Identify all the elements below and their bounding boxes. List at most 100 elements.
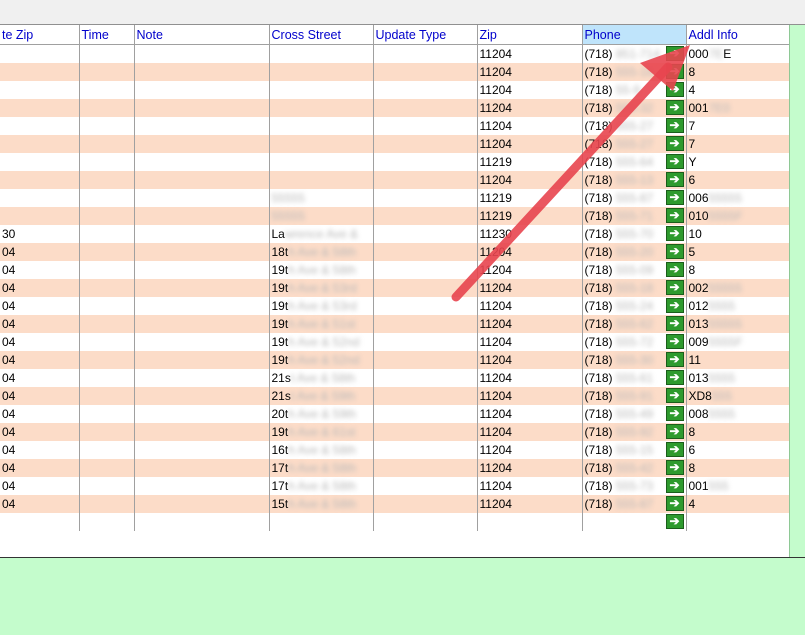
column-header-time[interactable]: Time	[79, 25, 135, 45]
phone-area-code: (718)	[584, 263, 613, 277]
go-arrow-button[interactable]: ➔	[665, 262, 684, 277]
cell-note	[134, 243, 270, 261]
column-header-update-type[interactable]: Update Type	[373, 25, 478, 45]
go-arrow-button[interactable]: ➔	[665, 334, 684, 349]
go-arrow-button[interactable]: ➔	[665, 352, 684, 367]
cell-cross-street	[269, 44, 374, 63]
column-header-phone[interactable]: Phone	[582, 25, 687, 45]
table-row[interactable]: 11204 (718) 555-27 ➔ 7	[0, 135, 789, 153]
go-arrow-button[interactable]: ➔	[665, 226, 684, 241]
table-row[interactable]: ➔	[0, 513, 789, 531]
go-arrow-button[interactable]: ➔	[665, 460, 684, 475]
cell-zip: 11219	[477, 189, 583, 207]
table-row[interactable]: 11204 (718) 851-714 ➔ 0007EE	[0, 44, 789, 63]
go-arrow-button[interactable]: ➔	[665, 136, 684, 151]
table-row[interactable]: 04 19th Ave & 53rd 11204 (718) 555-18 ➔ 00255…	[0, 279, 789, 297]
go-arrow-button[interactable]: ➔	[665, 388, 684, 403]
go-arrow-button[interactable]: ➔	[665, 118, 684, 133]
table-row[interactable]: 11204 (718) 555-18 ➔ 8	[0, 63, 789, 81]
cross-street-redacted: t Ave & 58th	[290, 371, 356, 385]
column-header-cross-street[interactable]: Cross Street	[269, 25, 374, 45]
addl-info-redacted: 555	[711, 389, 732, 403]
cell-addl-info: 001555	[686, 477, 789, 495]
cell-addl-info: 0095555F	[686, 333, 789, 351]
table-row[interactable]: 04 20th Ave & 59th 11204 (718) 555-49 ➔ 00855…	[0, 405, 789, 423]
table-row[interactable]: 04 21st Ave & 59th 11204 (718) 555-91 ➔ XD855…	[0, 387, 789, 405]
cell-cross-street: 21st Ave & 59th	[269, 387, 374, 405]
table-row[interactable]: 11204 (718) 55-9 ➔ 4	[0, 81, 789, 99]
cell-zip: 11204	[477, 279, 583, 297]
table-row[interactable]: 11219 (718) 555-64 ➔ Y	[0, 153, 789, 171]
phone-redacted: 555-20	[615, 245, 654, 259]
table-row[interactable]: 04 17th Ave & 58th 11204 (718) 555-42 ➔ 8	[0, 459, 789, 477]
go-arrow-button[interactable]: ➔	[665, 280, 684, 295]
go-arrow-button[interactable]: ➔	[665, 370, 684, 385]
table-row[interactable]: 04 19th Ave & 52nd 11204 (718) 555-72 ➔ 00955…	[0, 333, 789, 351]
go-arrow-button[interactable]: ➔	[665, 316, 684, 331]
cell-zip: 11204	[477, 459, 583, 477]
table-row[interactable]: 55555 11219 (718) 555-71 ➔ 0105555F	[0, 207, 789, 225]
top-toolbar	[0, 0, 805, 25]
cell-time	[79, 369, 135, 387]
table-row[interactable]: 04 19th Ave & 53rd 11204 (718) 555-24 ➔ 01255…	[0, 297, 789, 315]
cell-phone: (718) 55-9 ➔	[582, 81, 687, 99]
go-arrow-button[interactable]: ➔	[665, 190, 684, 205]
go-arrow-button[interactable]: ➔	[665, 64, 684, 79]
cross-street-text: 19t	[271, 335, 289, 349]
addl-info-text: 010	[688, 209, 709, 223]
table-row[interactable]: 04 17th Ave & 58th 11204 (718) 555-73 ➔ 00155…	[0, 477, 789, 495]
cell-cross-street: 16th Ave & 58th	[269, 441, 374, 459]
addl-info-text: 002	[688, 281, 709, 295]
cross-street-text: 21s	[271, 371, 291, 385]
column-header-zip-partial[interactable]: te Zip	[0, 25, 80, 45]
vertical-scrollbar[interactable]	[789, 25, 805, 557]
go-arrow-button[interactable]: ➔	[665, 514, 684, 529]
table-row[interactable]: 04 18th Ave & 58th 11204 (718) 555-20 ➔ 5	[0, 243, 789, 261]
cell-addl-info: 0085555	[686, 405, 789, 423]
table-row[interactable]: 30 Lawrence Ave & 11230 (718) 555-70 ➔ 10	[0, 225, 789, 243]
cell-addl-info: 0125555	[686, 297, 789, 315]
go-arrow-button[interactable]: ➔	[665, 406, 684, 421]
column-header-addl-info[interactable]: Addl Info	[686, 25, 789, 45]
cell-update-type	[373, 351, 478, 369]
go-arrow-button[interactable]: ➔	[665, 244, 684, 259]
cell-addl-info: 5	[686, 243, 789, 261]
go-arrow-button[interactable]: ➔	[665, 442, 684, 457]
cell-note	[134, 513, 270, 531]
go-arrow-button[interactable]: ➔	[665, 100, 684, 115]
cell-note	[134, 44, 270, 63]
cross-street-text: 17t	[271, 461, 289, 475]
phone-area-code: (718)	[584, 191, 613, 205]
table-row[interactable]: 11204 (718) 555-32 ➔ 0017E0	[0, 99, 789, 117]
table-row[interactable]: 04 19th Ave & 61st 11204 (718) 555-92 ➔ 8	[0, 423, 789, 441]
go-arrow-button[interactable]: ➔	[665, 208, 684, 223]
cell-addl-info: Y	[686, 153, 789, 171]
go-arrow-button[interactable]: ➔	[665, 46, 684, 61]
table-row[interactable]: 04 21st Ave & 58th 11204 (718) 555-61 ➔ 01355…	[0, 369, 789, 387]
table-row[interactable]: 04 15th Ave & 58th 11204 (718) 555-87 ➔ 4	[0, 495, 789, 513]
cell-addl-info: 7	[686, 117, 789, 135]
cell-addl-info: 4	[686, 81, 789, 99]
table-row[interactable]: 04 19th Ave & 51st 11204 (718) 555-62 ➔ 01355…	[0, 315, 789, 333]
cross-street-redacted: h Ave & 58th	[288, 443, 357, 457]
table-row[interactable]: 55555 11219 (718) 555-87 ➔ 00655555	[0, 189, 789, 207]
go-arrow-button[interactable]: ➔	[665, 478, 684, 493]
cross-street-redacted: 55555	[271, 209, 305, 223]
go-arrow-button[interactable]: ➔	[665, 82, 684, 97]
cell-phone: (718) 555-91 ➔	[582, 387, 687, 405]
cell-zip-partial	[0, 81, 80, 99]
column-header-note[interactable]: Note	[134, 25, 270, 45]
table-row[interactable]: 11204 (718) 555-27 ➔ 7	[0, 117, 789, 135]
cell-phone: (718) 555-87 ➔	[582, 189, 687, 207]
go-arrow-button[interactable]: ➔	[665, 424, 684, 439]
table-row[interactable]: 04 19th Ave & 52nd 11204 (718) 555-30 ➔ 11	[0, 351, 789, 369]
go-arrow-button[interactable]: ➔	[665, 172, 684, 187]
table-row[interactable]: 11204 (718) 555-13 ➔ 6	[0, 171, 789, 189]
table-row[interactable]: 04 19th Ave & 58th 11204 (718) 555-09 ➔ 8	[0, 261, 789, 279]
table-row[interactable]: 04 16th Ave & 58th 11204 (718) 555-15 ➔ 6	[0, 441, 789, 459]
addl-info-text: 7	[688, 119, 696, 133]
column-header-zip[interactable]: Zip	[477, 25, 583, 45]
go-arrow-button[interactable]: ➔	[665, 154, 684, 169]
go-arrow-button[interactable]: ➔	[665, 298, 684, 313]
go-arrow-button[interactable]: ➔	[665, 496, 684, 511]
